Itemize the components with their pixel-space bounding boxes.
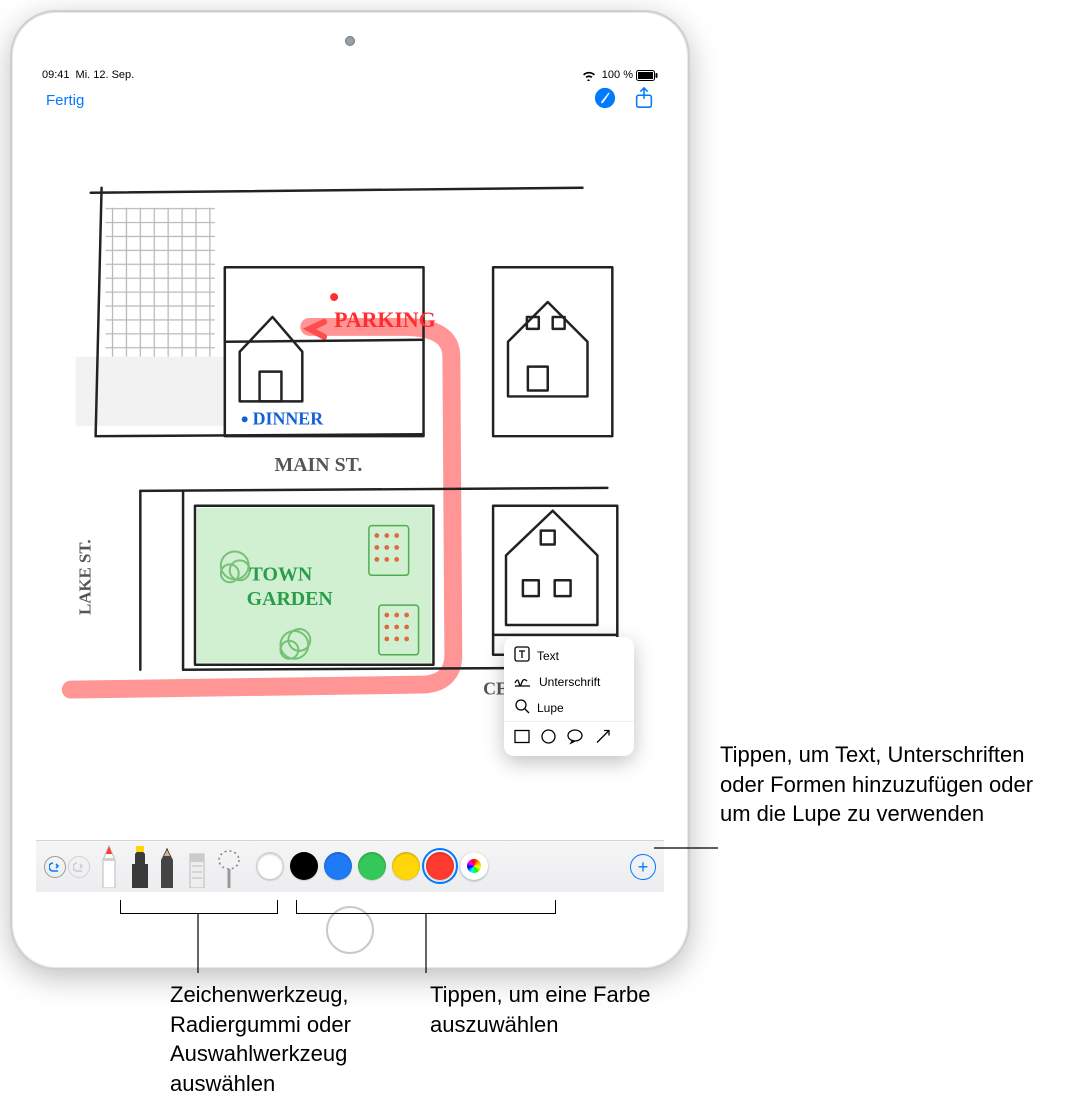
lasso-tool[interactable] xyxy=(216,846,246,888)
popup-loupe-label: Lupe xyxy=(537,701,564,715)
callout-colors: Tippen, um eine Farbe auszuwählen xyxy=(430,980,660,1039)
shape-speech-icon[interactable] xyxy=(567,727,584,746)
color-swatches xyxy=(256,852,618,880)
wifi-icon xyxy=(582,70,596,81)
shape-rect-icon[interactable] xyxy=(514,727,530,746)
color-red[interactable] xyxy=(426,852,454,880)
screen: 09:41 Mi. 12. Sep. 100 % Fertig xyxy=(36,66,664,892)
callout-add: Tippen, um Text, Unterschriften oder For… xyxy=(720,740,1060,829)
battery-text: 100 % xyxy=(602,69,633,81)
label-dinner: DINNER xyxy=(253,408,325,428)
nav-bar: Fertig xyxy=(36,84,664,116)
bracket-tools xyxy=(120,900,278,914)
front-camera xyxy=(345,36,355,46)
pen-tool[interactable] xyxy=(96,840,126,888)
status-bar: 09:41 Mi. 12. Sep. 100 % xyxy=(36,66,664,84)
shape-arrow-icon[interactable] xyxy=(595,727,611,746)
loupe-icon xyxy=(514,698,530,717)
color-blue[interactable] xyxy=(324,852,352,880)
label-lake-st: LAKE ST. xyxy=(76,539,95,615)
drawing-tools xyxy=(96,840,246,888)
color-picker[interactable] xyxy=(460,852,488,880)
add-button[interactable]: + xyxy=(630,854,656,880)
popup-loupe-row[interactable]: Lupe xyxy=(504,694,634,721)
color-black[interactable] xyxy=(290,852,318,880)
text-icon xyxy=(514,646,530,665)
popup-shapes-row xyxy=(504,721,634,751)
color-white[interactable] xyxy=(256,852,284,880)
popup-signature-row[interactable]: Unterschrift xyxy=(504,669,634,694)
shape-circle-icon[interactable] xyxy=(541,727,556,746)
label-parking: PARKING xyxy=(334,308,436,332)
undo-button[interactable] xyxy=(44,856,66,878)
color-yellow[interactable] xyxy=(392,852,420,880)
status-time: 09:41 xyxy=(42,69,70,81)
label-garden: GARDEN xyxy=(247,588,334,610)
label-main-st: MAIN ST. xyxy=(274,454,362,476)
ipad-frame: 09:41 Mi. 12. Sep. 100 % Fertig xyxy=(10,10,690,970)
signature-icon xyxy=(514,673,532,690)
status-date: Mi. 12. Sep. xyxy=(76,69,135,81)
color-green[interactable] xyxy=(358,852,386,880)
share-icon[interactable] xyxy=(634,87,654,114)
markup-toolbar: + xyxy=(36,840,664,892)
callout-tools: Zeichenwerkzeug, Radiergummi oder Auswah… xyxy=(170,980,430,1099)
redo-button[interactable] xyxy=(68,856,90,878)
popup-text-label: Text xyxy=(537,649,559,663)
markup-icon[interactable] xyxy=(594,87,616,114)
pencil-tool[interactable] xyxy=(156,846,186,888)
highlighter-tool[interactable] xyxy=(126,846,156,888)
battery-icon: 100 % xyxy=(602,69,658,81)
label-town: TOWN xyxy=(250,563,313,585)
eraser-tool[interactable] xyxy=(186,846,216,888)
done-button[interactable]: Fertig xyxy=(46,92,84,109)
bracket-colors xyxy=(296,900,556,914)
popup-signature-label: Unterschrift xyxy=(539,675,600,689)
popup-text-row[interactable]: Text xyxy=(504,642,634,669)
markup-canvas[interactable]: PARKING DINNER MAIN ST. CENTER AVE. LAKE… xyxy=(36,116,664,816)
add-menu-popup: Text Unterschrift Lupe xyxy=(504,637,634,756)
